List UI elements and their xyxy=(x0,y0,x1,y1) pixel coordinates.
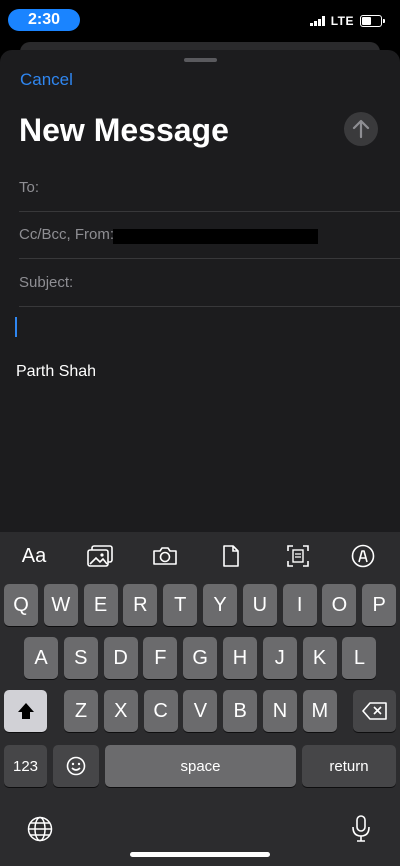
key-b[interactable]: B xyxy=(223,690,258,732)
redacted-email xyxy=(113,229,318,244)
markup-icon[interactable] xyxy=(348,542,378,570)
key-o[interactable]: O xyxy=(322,584,357,626)
globe-icon[interactable] xyxy=(25,814,55,844)
delete-key[interactable] xyxy=(353,690,396,732)
key-l[interactable]: L xyxy=(342,637,377,679)
photo-library-icon[interactable] xyxy=(85,542,115,570)
key-c[interactable]: C xyxy=(143,690,178,732)
key-f[interactable]: F xyxy=(143,637,178,679)
status-bar: 2:30 LTE xyxy=(0,0,400,44)
microphone-icon[interactable] xyxy=(346,814,376,844)
key-a[interactable]: A xyxy=(24,637,58,679)
shift-icon xyxy=(17,703,34,719)
to-label: To: xyxy=(19,179,40,196)
key-j[interactable]: J xyxy=(262,637,297,679)
key-i[interactable]: I xyxy=(282,584,317,626)
key-p[interactable]: P xyxy=(362,584,397,626)
key-h[interactable]: H xyxy=(223,637,257,679)
compose-sheet: Cancel New Message To: Cc/Bcc, From: Sub… xyxy=(0,50,400,550)
home-indicator[interactable] xyxy=(130,852,270,857)
numbers-key[interactable]: 123 xyxy=(4,745,47,787)
shift-key[interactable] xyxy=(4,690,47,732)
battery-icon xyxy=(360,15,385,27)
to-field[interactable]: To: xyxy=(19,165,400,212)
subject-label: Subject: xyxy=(19,274,74,291)
key-y[interactable]: Y xyxy=(203,584,237,626)
cellular-signal-icon xyxy=(309,16,325,26)
cancel-button[interactable]: Cancel xyxy=(20,70,73,90)
key-d[interactable]: D xyxy=(103,637,138,679)
key-q[interactable]: Q xyxy=(4,584,38,626)
send-button[interactable] xyxy=(344,112,378,146)
document-icon[interactable] xyxy=(216,542,246,570)
arrow-up-icon xyxy=(352,119,370,139)
page-title: New Message xyxy=(19,112,229,148)
key-r[interactable]: R xyxy=(123,584,158,626)
backspace-icon xyxy=(361,702,387,720)
emoji-icon xyxy=(66,756,86,776)
key-m[interactable]: M xyxy=(302,690,337,732)
key-t[interactable]: T xyxy=(163,584,198,626)
email-signature[interactable]: Parth Shah xyxy=(16,363,96,381)
key-z[interactable]: Z xyxy=(64,690,98,732)
key-s[interactable]: S xyxy=(63,637,98,679)
key-g[interactable]: G xyxy=(183,637,218,679)
key-w[interactable]: W xyxy=(43,584,78,626)
camera-icon[interactable] xyxy=(150,542,180,570)
emoji-key[interactable] xyxy=(53,745,99,787)
sheet-grabber[interactable] xyxy=(184,58,217,62)
key-e[interactable]: E xyxy=(83,584,118,626)
text-format-button[interactable]: Aa xyxy=(19,542,49,570)
format-bar: Aa xyxy=(0,532,400,580)
key-v[interactable]: V xyxy=(183,690,218,732)
keyboard: Aa QWERTYUIOP ASDFGHJKL ZXCVBNM 123 spac… xyxy=(0,532,400,866)
return-key[interactable]: return xyxy=(302,745,396,787)
key-x[interactable]: X xyxy=(103,690,138,732)
space-key[interactable]: space xyxy=(105,745,296,787)
cc-bcc-from-label: Cc/Bcc, From: xyxy=(19,226,115,243)
cc-bcc-from-field[interactable]: Cc/Bcc, From: xyxy=(19,212,400,259)
key-u[interactable]: U xyxy=(242,584,277,626)
text-cursor xyxy=(15,317,17,337)
key-k[interactable]: K xyxy=(302,637,337,679)
status-indicators: LTE xyxy=(309,14,385,28)
key-n[interactable]: N xyxy=(263,690,297,732)
subject-field[interactable]: Subject: xyxy=(19,260,400,307)
status-time[interactable]: 2:30 xyxy=(8,9,80,31)
network-type: LTE xyxy=(330,14,354,28)
scan-document-icon[interactable] xyxy=(283,542,313,570)
